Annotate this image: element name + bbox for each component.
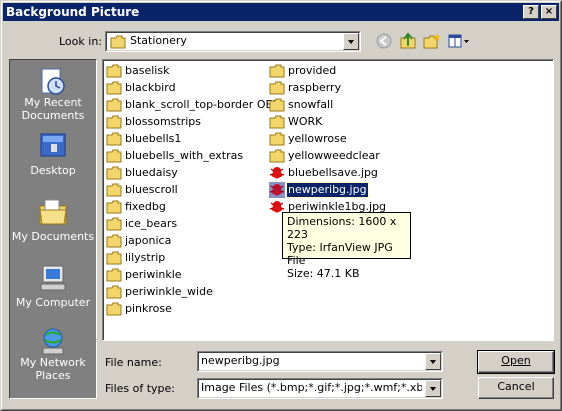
place-recent-documents[interactable]: My Recent Documents	[10, 62, 96, 124]
desktop-icon	[40, 133, 66, 157]
folder-icon	[106, 234, 122, 248]
folder-name: baselisk	[125, 64, 170, 77]
folder-name: blossomstrips	[125, 115, 202, 128]
folder-icon	[269, 98, 285, 112]
folder-icon	[106, 115, 122, 129]
folder-name: periwinkle_wide	[125, 285, 213, 298]
folder-icon	[110, 35, 126, 49]
look-in-dropdown[interactable]: Stationery	[105, 31, 361, 52]
network-places-icon	[42, 328, 64, 355]
place-label: My Network Places	[20, 356, 86, 382]
folder-icon	[106, 183, 122, 197]
place-network-places[interactable]: My Network Places	[10, 322, 96, 384]
folder-name: japonica	[125, 234, 172, 247]
close-button[interactable]: ×	[541, 5, 557, 19]
open-button[interactable]: Open	[477, 350, 555, 374]
tooltip-dimensions: Dimensions: 1600 x 223	[287, 215, 397, 241]
back-icon[interactable]	[375, 32, 393, 50]
folder-name: WORK	[288, 115, 323, 128]
folder-icon	[106, 81, 122, 95]
folder-icon	[269, 132, 285, 146]
folder-name: provided	[288, 64, 337, 77]
my-computer-icon	[40, 265, 66, 291]
look-in-value: Stationery	[130, 34, 187, 47]
folder-name: blank_scroll_top-border OE5	[125, 98, 280, 111]
chevron-down-icon[interactable]	[425, 380, 441, 397]
folder-icon	[269, 149, 285, 163]
help-button[interactable]: ?	[523, 5, 539, 19]
folder-icon	[269, 81, 285, 95]
new-folder-icon[interactable]	[423, 32, 441, 50]
up-folder-icon[interactable]	[399, 32, 417, 50]
folder-icon	[106, 166, 122, 180]
chevron-down-icon[interactable]	[343, 33, 359, 50]
irfanview-image-icon	[269, 182, 285, 198]
folder-icon	[106, 302, 122, 316]
cancel-button[interactable]: Cancel	[478, 377, 554, 399]
file-type-value: Image Files (*.bmp;*.gif;*.jpg;*.wmf;*.x…	[201, 381, 422, 394]
folder-icon	[106, 200, 122, 214]
folder-icon	[106, 217, 122, 231]
place-label: My Documents	[11, 230, 95, 243]
place-desktop[interactable]: Desktop	[10, 126, 96, 188]
folder-name: fixedbg	[125, 200, 166, 213]
folder-icon	[106, 251, 122, 265]
folder-name: bluebells_with_extras	[125, 149, 244, 162]
file-name-input[interactable]: newperibg.jpg	[197, 351, 443, 372]
folder-name: pinkrose	[125, 302, 172, 315]
place-label: My Recent Documents	[21, 96, 85, 122]
folder-name: blackbird	[125, 81, 176, 94]
folder-name: bluescroll	[125, 183, 178, 196]
view-menu-icon[interactable]	[447, 32, 471, 50]
my-documents-icon	[39, 199, 67, 225]
look-in-label: Look in:	[59, 35, 102, 48]
folder-name: raspberry	[288, 81, 342, 94]
file-info-tooltip: Dimensions: 1600 x 223 Type: IrfanView J…	[282, 212, 411, 280]
file-name: bluebellsave.jpg	[288, 166, 378, 179]
file-list[interactable]: baselisk blackbird blank_scroll_top-bord…	[102, 59, 554, 341]
dialog-title: Background Picture	[6, 5, 140, 19]
places-bar: My Recent Documents Desktop My Documents	[9, 59, 97, 399]
folder-icon	[269, 115, 285, 129]
place-my-computer[interactable]: My Computer	[10, 258, 96, 320]
folder-name: snowfall	[288, 98, 334, 111]
folder-icon	[106, 64, 122, 78]
dialog-window: Background Picture ? × Look in: Statione…	[0, 0, 562, 411]
folder-icon	[106, 98, 122, 112]
folder-icon	[106, 132, 122, 146]
tooltip-size: Size: 47.1 KB	[287, 267, 360, 280]
file-type-label: Files of type:	[105, 382, 176, 395]
folder-name: ice_bears	[125, 217, 178, 230]
folder-icon	[106, 285, 122, 299]
file-name-label: File name:	[105, 356, 162, 369]
place-label: Desktop	[30, 164, 76, 177]
folder-name: yellowrose	[288, 132, 347, 145]
irfanview-image-icon	[269, 167, 285, 179]
title-bar[interactable]: Background Picture ? ×	[3, 3, 559, 21]
folder-icon	[269, 64, 285, 78]
chevron-down-icon[interactable]	[425, 353, 441, 370]
file-type-dropdown[interactable]: Image Files (*.bmp;*.gif;*.jpg;*.wmf;*.x…	[197, 378, 443, 399]
folder-name: periwinkle	[125, 268, 182, 281]
file-name: newperibg.jpg	[286, 182, 369, 198]
recent-documents-icon	[41, 68, 65, 95]
file-name-value: newperibg.jpg	[201, 354, 280, 367]
place-label: My Computer	[15, 296, 91, 309]
tooltip-type: Type: IrfanView JPG File	[287, 241, 393, 267]
folder-icon	[106, 268, 122, 282]
folder-name: bluedaisy	[125, 166, 178, 179]
folder-name: lilystrip	[125, 251, 166, 264]
folder-icon	[106, 149, 122, 163]
place-my-documents[interactable]: My Documents	[10, 192, 96, 254]
folder-name: bluebells1	[125, 132, 182, 145]
folder-name: yellowweedclear	[288, 149, 380, 162]
